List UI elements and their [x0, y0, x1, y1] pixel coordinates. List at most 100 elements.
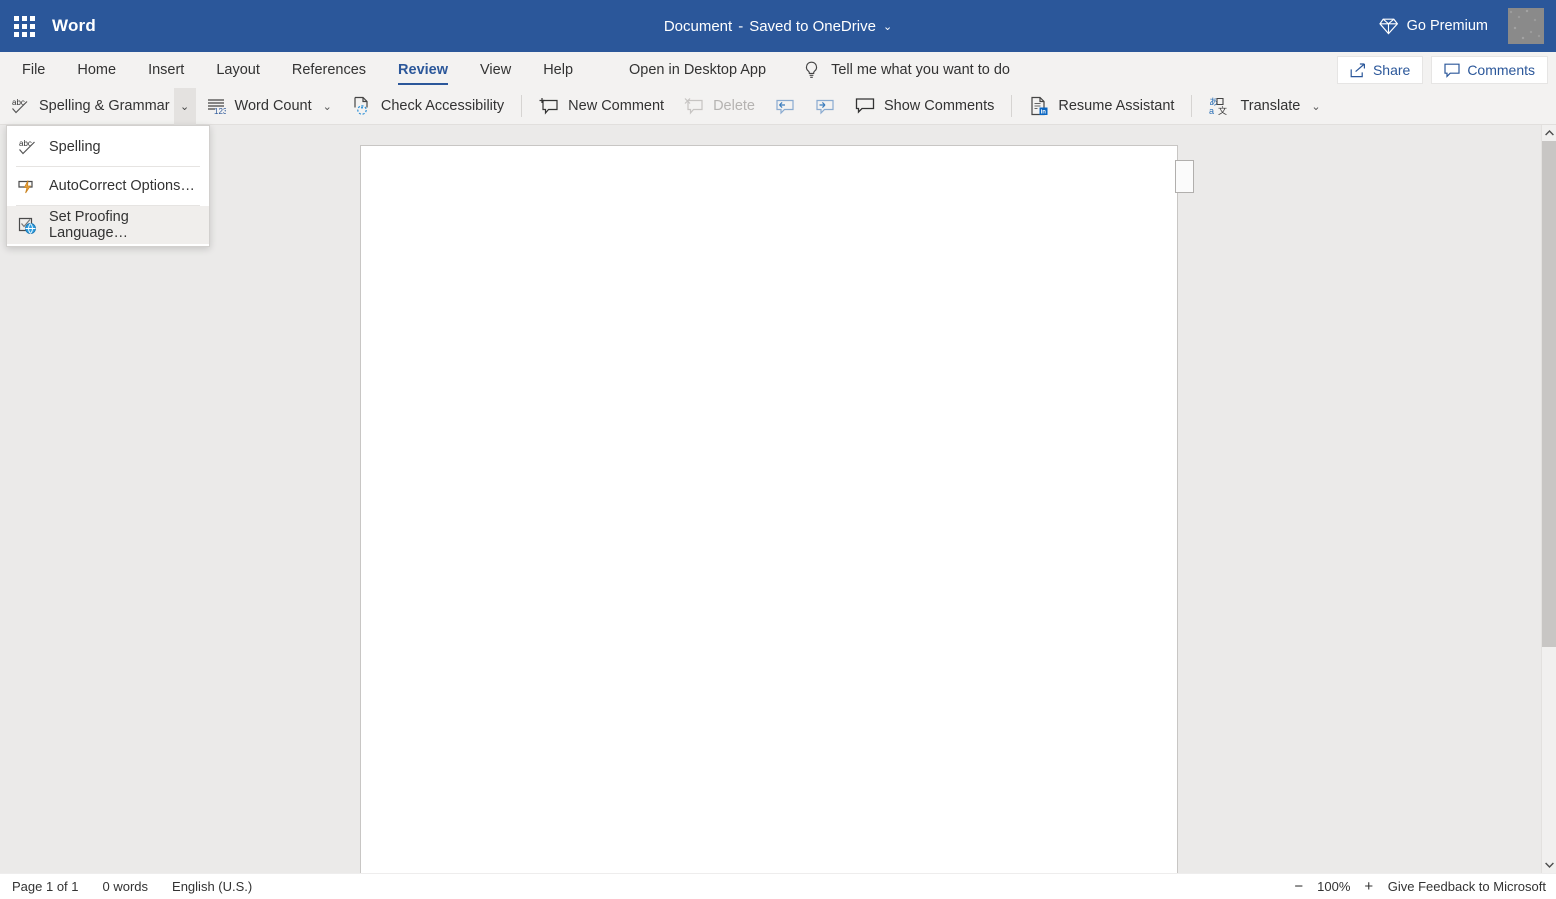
titlebar-right: Go Premium	[1365, 0, 1556, 52]
word-count-button[interactable]: 123 Word Count ⌄	[196, 88, 342, 125]
word-count-label: Word Count	[234, 98, 312, 114]
menu-item-set-proofing-language[interactable]: Set Proofing Language…	[7, 206, 209, 244]
floating-placeholder-box[interactable]	[1175, 160, 1194, 193]
tab-insert[interactable]: Insert	[132, 52, 200, 88]
show-comments-label: Show Comments	[883, 98, 995, 114]
comment-icon	[1444, 63, 1460, 78]
spelling-grammar-dropdown-menu: abc Spelling AutoCorrect Options… Set Pr…	[6, 125, 210, 247]
resume-assistant-button[interactable]: in Resume Assistant	[1019, 88, 1184, 125]
diamond-icon	[1378, 18, 1398, 35]
zoom-out-button[interactable]: −	[1293, 878, 1305, 895]
autocorrect-lightning-icon	[17, 176, 38, 197]
zoom-control: − 100% +	[1293, 878, 1375, 895]
ribbon-tab-bar: File Home Insert Layout References Revie…	[0, 52, 1556, 88]
new-comment-label: New Comment	[568, 98, 665, 114]
translate-icon: あ a 文	[1209, 96, 1231, 116]
zoom-in-button[interactable]: +	[1363, 878, 1375, 895]
tab-home[interactable]: Home	[61, 52, 132, 88]
svg-text:文: 文	[1218, 105, 1227, 116]
next-comment-button[interactable]	[805, 88, 845, 125]
language-status[interactable]: English (U.S.)	[172, 879, 252, 894]
give-feedback-link[interactable]: Give Feedback to Microsoft	[1388, 879, 1546, 894]
tab-view[interactable]: View	[464, 52, 527, 88]
avatar[interactable]	[1508, 8, 1544, 44]
word-count-icon: 123	[206, 96, 226, 116]
zoom-level[interactable]: 100%	[1316, 879, 1352, 894]
status-right: − 100% + Give Feedback to Microsoft	[1293, 878, 1546, 895]
status-left: Page 1 of 1 0 words English (U.S.)	[0, 879, 252, 894]
scroll-up-arrow-icon[interactable]	[1542, 125, 1556, 141]
resume-assistant-icon: in	[1029, 96, 1049, 116]
ribbon-separator	[1191, 95, 1193, 117]
delete-comment-button: Delete	[674, 88, 765, 125]
waffle-grid	[13, 15, 35, 37]
menu-item-autocorrect-label: AutoCorrect Options…	[49, 178, 195, 194]
open-in-desktop-app-button[interactable]: Open in Desktop App	[613, 52, 782, 88]
delete-comment-icon	[684, 97, 704, 116]
new-comment-button[interactable]: New Comment	[529, 88, 674, 125]
document-title-area: Document - Saved to OneDrive ⌄	[0, 0, 1556, 52]
page-info[interactable]: Page 1 of 1	[12, 879, 79, 894]
app-name: Word	[52, 16, 96, 35]
tab-file[interactable]: File	[6, 52, 61, 88]
ribbon-toolbar: abc Spelling & Grammar ⌄ 123 Word Count …	[0, 87, 1556, 125]
tab-help[interactable]: Help	[527, 52, 589, 88]
check-accessibility-label: Check Accessibility	[380, 98, 505, 114]
ribbon-separator	[1011, 95, 1013, 117]
menu-item-autocorrect-options[interactable]: AutoCorrect Options…	[7, 167, 209, 205]
menu-item-proofing-language-label: Set Proofing Language…	[49, 209, 129, 241]
document-canvas	[0, 125, 1541, 873]
chevron-down-icon[interactable]: ⌄	[883, 20, 892, 33]
resume-assistant-label: Resume Assistant	[1058, 98, 1175, 114]
app-launcher-icon[interactable]	[0, 0, 48, 52]
spelling-grammar-label: Spelling & Grammar	[39, 98, 170, 114]
proofing-language-globe-icon	[17, 215, 38, 236]
svg-text:a: a	[1209, 106, 1214, 116]
document-name[interactable]: Document	[664, 18, 732, 35]
comments-button[interactable]: Comments	[1431, 56, 1548, 84]
title-bar: Word Document - Saved to OneDrive ⌄ Go P…	[0, 0, 1556, 52]
abc-check-icon: abc	[17, 137, 38, 158]
tell-me-search[interactable]: Tell me what you want to do	[796, 52, 1018, 88]
translate-button[interactable]: あ a 文 Translate ⌄	[1199, 88, 1330, 125]
vertical-scrollbar[interactable]	[1541, 125, 1556, 873]
next-comment-icon	[815, 97, 835, 116]
status-bar: Page 1 of 1 0 words English (U.S.) − 100…	[0, 873, 1556, 899]
show-comments-icon	[855, 97, 875, 115]
title-separator: -	[738, 17, 744, 35]
spelling-grammar-dropdown-toggle[interactable]: ⌄	[173, 87, 196, 125]
menu-item-spelling[interactable]: abc Spelling	[7, 128, 209, 166]
spelling-grammar-button[interactable]: abc Spelling & Grammar	[0, 88, 174, 125]
document-page[interactable]	[360, 145, 1178, 873]
save-status[interactable]: Saved to OneDrive	[749, 18, 876, 35]
delete-comment-label: Delete	[713, 98, 755, 114]
share-button[interactable]: Share	[1336, 56, 1424, 84]
share-icon	[1350, 62, 1366, 78]
tab-review[interactable]: Review	[382, 52, 464, 88]
menu-item-spelling-label: Spelling	[49, 139, 101, 155]
tab-references[interactable]: References	[276, 52, 382, 88]
tell-me-label: Tell me what you want to do	[831, 62, 1010, 78]
tab-layout[interactable]: Layout	[200, 52, 276, 88]
translate-label: Translate	[1240, 98, 1301, 114]
accessibility-icon	[352, 96, 372, 116]
abc-check-icon: abc	[10, 96, 30, 116]
chevron-down-icon[interactable]: ⌄	[1311, 100, 1320, 113]
comments-label: Comments	[1467, 62, 1535, 78]
word-count-status[interactable]: 0 words	[103, 879, 149, 894]
previous-comment-button[interactable]	[765, 88, 805, 125]
check-accessibility-button[interactable]: Check Accessibility	[342, 88, 514, 125]
share-label: Share	[1372, 62, 1411, 78]
lightbulb-icon	[804, 61, 819, 79]
new-comment-icon	[539, 97, 559, 116]
chevron-down-icon[interactable]: ⌄	[323, 100, 332, 113]
tabbar-right-actions: Share Comments	[1336, 52, 1548, 88]
ribbon-separator	[521, 95, 523, 117]
svg-text:in: in	[1041, 110, 1047, 116]
scroll-down-arrow-icon[interactable]	[1542, 857, 1556, 873]
show-comments-button[interactable]: Show Comments	[845, 88, 1004, 125]
svg-text:123: 123	[214, 107, 226, 116]
go-premium-button[interactable]: Go Premium	[1365, 0, 1502, 52]
previous-comment-icon	[775, 97, 795, 116]
scrollbar-thumb[interactable]	[1542, 141, 1556, 647]
